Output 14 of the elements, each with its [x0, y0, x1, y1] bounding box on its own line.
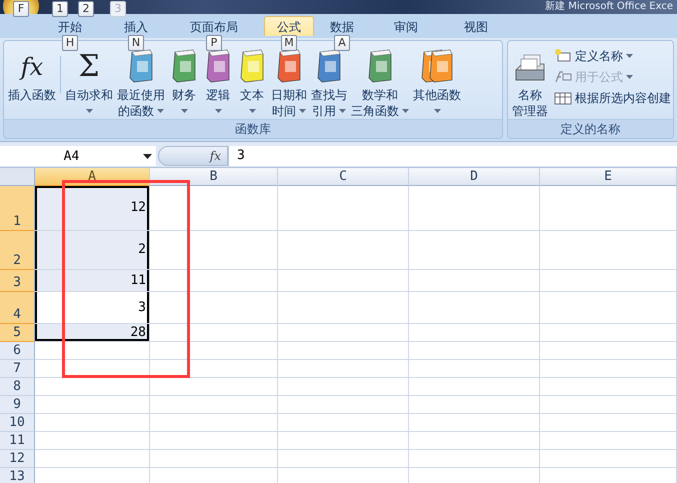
function-icon: fx: [20, 50, 44, 84]
key-tip-tooltip: N: [128, 35, 144, 51]
key-tip-tooltip: A: [334, 35, 350, 51]
group-label: 函数库: [4, 119, 502, 138]
key-tip-tooltip: 2: [78, 1, 94, 17]
key-tip-tooltip: 1: [52, 1, 68, 17]
group-label: 定义的名称: [508, 119, 673, 138]
window-title: 新建 Microsoft Office Exce: [545, 0, 673, 13]
key-tip-tooltip: F: [13, 1, 29, 17]
key-tip-tooltip: M: [281, 35, 297, 51]
key-tip-tooltip: H: [62, 35, 78, 51]
sigma-icon: Σ: [78, 50, 100, 84]
key-tip-tooltip: 3: [110, 1, 126, 17]
key-tip-tooltip: P: [206, 35, 222, 51]
